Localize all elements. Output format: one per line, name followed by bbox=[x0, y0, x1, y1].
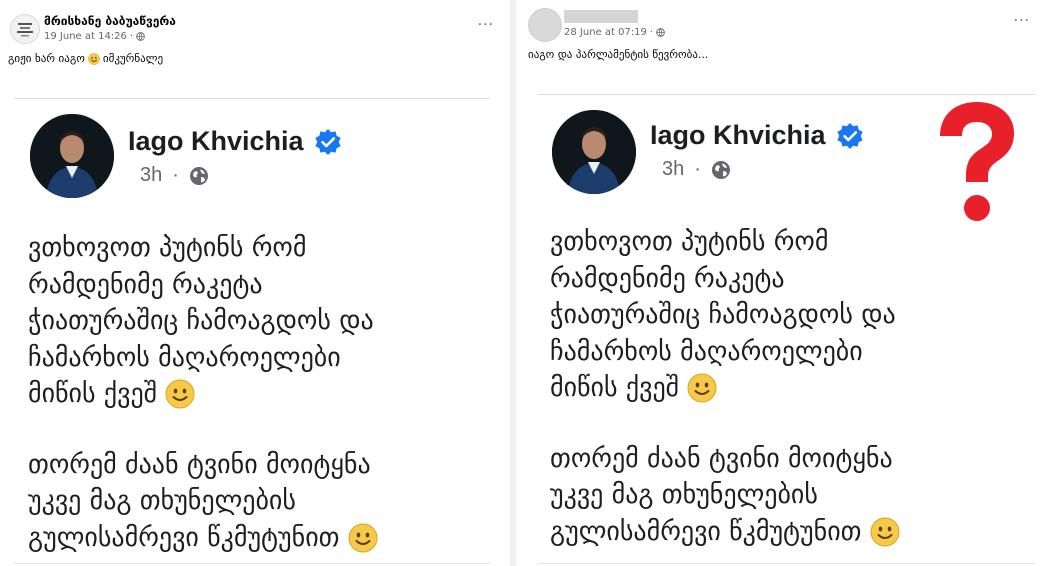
page-avatar[interactable] bbox=[10, 14, 40, 44]
more-options-icon[interactable]: ··· bbox=[478, 18, 494, 32]
text-line-with-emoji: გულისამრევი წკმუტუნით bbox=[28, 520, 378, 557]
profile-name-row: Iago Khvichia bbox=[128, 126, 342, 157]
text-line: ჭიათურაშიც ჩამოაგდოს და bbox=[28, 306, 374, 336]
text-line: ჩამარხოს მაღაროელები bbox=[28, 342, 341, 373]
smiley-emoji-icon bbox=[870, 517, 899, 547]
post-date[interactable]: 28 June at 07:19 bbox=[564, 27, 647, 38]
text-line: გულისამრევი წკმუტუნით bbox=[28, 522, 340, 553]
person-portrait-icon bbox=[552, 110, 636, 194]
verified-badge-icon bbox=[314, 128, 341, 155]
post-caption: იაგო და პარლამენტის წევრობა... bbox=[528, 48, 708, 61]
smiley-emoji-icon bbox=[687, 373, 717, 403]
meta-separator: · bbox=[129, 31, 134, 42]
question-mark-icon bbox=[940, 102, 1014, 221]
profile-photo bbox=[30, 114, 114, 198]
caption-suffix: იმკურნალე bbox=[102, 52, 164, 65]
screenshot-post-text: ვთხოვოთ პუტინს რომ რამდენიმე რაკეტა ჭიათ… bbox=[28, 230, 378, 556]
post-relative-time: 3h bbox=[140, 164, 163, 186]
text-line: ვთხოვოთ პუტინს რომ bbox=[550, 227, 829, 257]
post-relative-time: 3h bbox=[662, 158, 685, 180]
globe-icon bbox=[711, 160, 730, 179]
post-date[interactable]: 19 June at 14:26 bbox=[44, 31, 127, 42]
text-line-with-emoji: გულისამრევი წკმუტუნით bbox=[550, 514, 900, 551]
text-line: მიწის ქვეშ bbox=[28, 379, 158, 409]
text-line-with-emoji: მიწის ქვეშ bbox=[28, 376, 378, 413]
time-separator: · bbox=[694, 158, 701, 180]
smiley-emoji-icon bbox=[165, 379, 195, 409]
text-line: რამდენიმე რაკეტა bbox=[550, 263, 785, 294]
smiley-emoji-icon bbox=[348, 523, 377, 553]
more-options-icon[interactable]: ··· bbox=[1014, 14, 1030, 28]
text-line: მიწის ქვეშ bbox=[550, 373, 680, 403]
screenshot-top-border bbox=[14, 98, 490, 99]
verified-badge-icon bbox=[836, 122, 863, 149]
shared-screenshot: Iago Khvichia 3h · ვთხოვოთ პუტინს რომ რა… bbox=[14, 98, 490, 566]
smiley-emoji-icon bbox=[88, 52, 100, 65]
profile-name: Iago Khvichia bbox=[650, 120, 826, 150]
post-header: მრისხანე ბაბუაწვერა 19 June at 14:26 · ·… bbox=[0, 0, 508, 44]
text-line: ვთხოვოთ პუტინს რომ bbox=[28, 233, 307, 263]
screenshot-bottom-border bbox=[538, 563, 1036, 564]
post-author-name[interactable]: მრისხანე ბაბუაწვერა bbox=[44, 14, 176, 28]
post-meta: 28 June at 07:19 · bbox=[564, 27, 665, 38]
text-line: თორემ ძაან ტვინი მოიტყნა bbox=[28, 449, 371, 480]
post-header: 28 June at 07:19 · ··· bbox=[518, 0, 1046, 44]
caption-text: გიჟი ხარ იაგო bbox=[8, 52, 85, 65]
redacted-avatar[interactable] bbox=[528, 8, 562, 42]
profile-photo bbox=[552, 110, 636, 194]
facebook-post-right: 28 June at 07:19 · ··· იაგო და პარლამენტ… bbox=[518, 0, 1046, 566]
page-logo-icon bbox=[17, 23, 33, 37]
screenshot-top-border bbox=[538, 94, 1036, 95]
text-line: რამდენიმე რაკეტა bbox=[28, 269, 263, 300]
globe-icon bbox=[136, 32, 145, 41]
meta-separator: · bbox=[649, 27, 654, 38]
shared-screenshot: Iago Khvichia 3h · ვთხოვოთ პუტინს რომ რა… bbox=[538, 94, 1036, 566]
screenshot-post-text: ვთხოვოთ პუტინს რომ რამდენიმე რაკეტა ჭიათ… bbox=[550, 224, 900, 550]
profile-name: Iago Khvichia bbox=[128, 126, 304, 156]
image-divider bbox=[510, 0, 516, 566]
text-line: ჭიათურაშიც ჩამოაგდოს და bbox=[550, 300, 896, 330]
text-line: თორემ ძაან ტვინი მოიტყნა bbox=[550, 443, 893, 474]
globe-icon bbox=[189, 166, 208, 185]
profile-time-row: 3h · bbox=[140, 164, 209, 187]
text-line-with-emoji: მიწის ქვეშ bbox=[550, 370, 900, 407]
facebook-post-left: მრისხანე ბაბუაწვერა 19 June at 14:26 · ·… bbox=[0, 0, 508, 566]
profile-name-row: Iago Khvichia bbox=[650, 120, 864, 151]
text-line: უკვე მაგ თხუნელების bbox=[28, 486, 296, 516]
caption-text: იაგო და პარლამენტის წევრობა... bbox=[528, 48, 709, 61]
profile-time-row: 3h · bbox=[662, 158, 731, 181]
globe-icon bbox=[656, 28, 665, 37]
post-meta: 19 June at 14:26 · bbox=[44, 31, 145, 42]
text-line: გულისამრევი წკმუტუნით bbox=[550, 516, 862, 547]
text-line: ჩამარხოს მაღაროელები bbox=[550, 336, 863, 367]
screenshot-bottom-border bbox=[14, 563, 490, 564]
person-portrait-icon bbox=[30, 114, 114, 198]
post-caption: გიჟი ხარ იაგო იმკურნალე bbox=[8, 52, 163, 65]
time-separator: · bbox=[172, 164, 179, 186]
text-line: უკვე მაგ თხუნელების bbox=[550, 480, 818, 510]
redacted-author-name[interactable] bbox=[564, 10, 638, 23]
